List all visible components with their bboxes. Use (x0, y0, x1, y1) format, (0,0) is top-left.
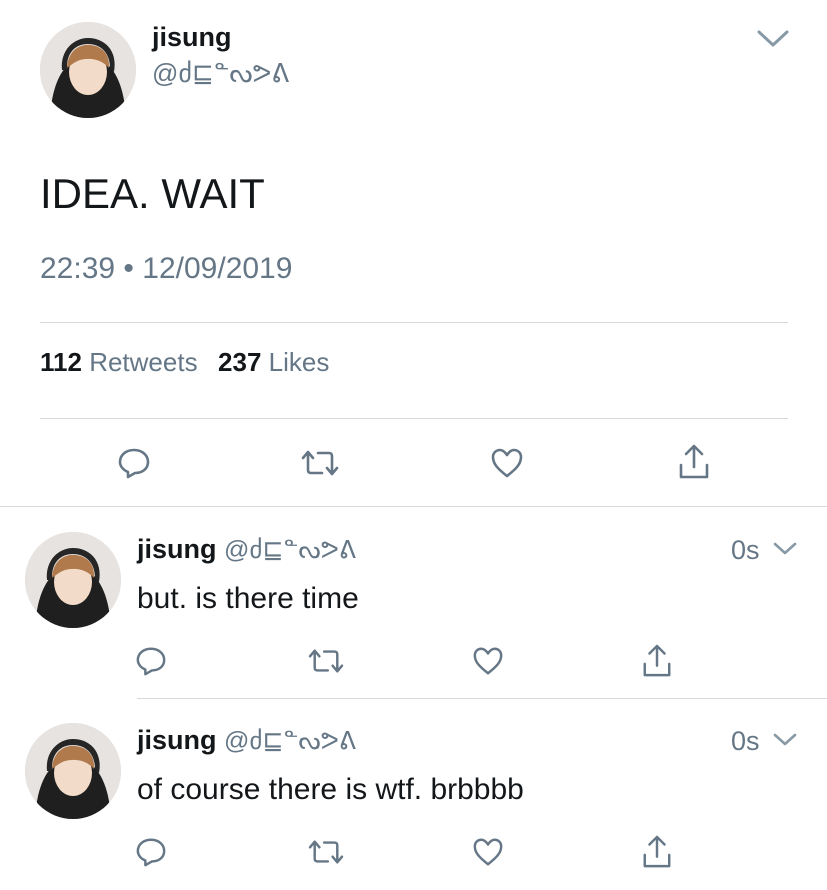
chevron-down-icon[interactable] (772, 731, 798, 749)
reply-icon[interactable] (117, 446, 151, 480)
retweet-icon[interactable] (307, 836, 345, 868)
retweets-label[interactable]: Retweets (89, 347, 197, 377)
display-name[interactable]: jisung (152, 22, 232, 53)
tweet-timestamp: 22:39 • 12/09/2019 (40, 252, 292, 286)
heart-icon[interactable] (472, 645, 504, 677)
share-icon[interactable] (641, 834, 673, 870)
user-handle[interactable]: @ძ⊑ᓐᔓᕗᕕ (152, 58, 289, 89)
tweet-text: but. is there time (137, 582, 359, 615)
tweet-time: 22:39 (40, 252, 116, 285)
share-icon[interactable] (641, 643, 673, 679)
tweet-age: 0s (731, 535, 760, 565)
divider (0, 506, 827, 507)
tweet-text: of course there is wtf. brbbbb (137, 773, 524, 806)
user-handle[interactable]: @ძ⊑ᓐᔓᕗᕕ (224, 536, 356, 564)
divider (40, 418, 788, 419)
chevron-down-icon[interactable] (772, 540, 798, 558)
reply-icon[interactable] (135, 836, 167, 868)
likes-label[interactable]: Likes (269, 347, 330, 377)
heart-icon[interactable] (490, 446, 524, 480)
chevron-down-icon[interactable] (756, 28, 790, 50)
avatar[interactable] (40, 22, 136, 118)
avatar[interactable] (25, 723, 121, 819)
share-icon[interactable] (677, 443, 711, 481)
likes-count[interactable]: 237 (218, 347, 261, 377)
divider (40, 322, 788, 323)
heart-icon[interactable] (472, 836, 504, 868)
tweet-date: 12/09/2019 (142, 252, 293, 285)
retweet-icon[interactable] (300, 446, 340, 480)
engagement-stats: 112 Retweets 237 Likes (40, 347, 329, 378)
tweet-text: IDEA. WAIT (40, 170, 265, 217)
timestamp-separator: • (123, 252, 134, 285)
tweet-age: 0s (731, 726, 760, 756)
display-name[interactable]: jisung (137, 725, 217, 755)
reply-icon[interactable] (135, 645, 167, 677)
retweet-icon[interactable] (307, 645, 345, 677)
divider (137, 698, 827, 699)
display-name[interactable]: jisung (137, 534, 217, 564)
reply-header: jisung @ძ⊑ᓐᔓᕗᕕ (137, 534, 356, 565)
user-handle[interactable]: @ძ⊑ᓐᔓᕗᕕ (224, 727, 356, 755)
avatar[interactable] (25, 532, 121, 628)
reply-header: jisung @ძ⊑ᓐᔓᕗᕕ (137, 725, 356, 756)
retweets-count[interactable]: 112 (40, 347, 82, 377)
